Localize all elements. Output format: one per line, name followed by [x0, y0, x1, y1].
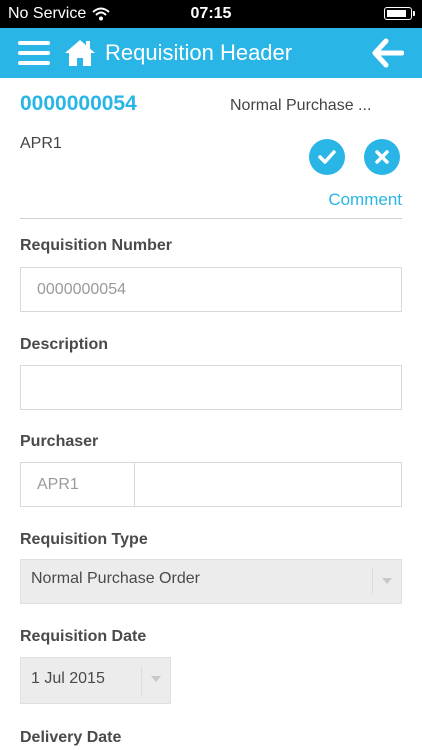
- purchaser-code-field[interactable]: [20, 462, 135, 507]
- description-field[interactable]: [20, 365, 402, 410]
- nav-bar: Requisition Header: [0, 28, 422, 78]
- requisition-date-label: Requisition Date: [20, 628, 147, 645]
- purchaser-label: Purchaser: [20, 433, 99, 450]
- close-icon: [375, 150, 389, 164]
- chevron-down-icon: [141, 666, 170, 695]
- home-icon[interactable]: [64, 38, 96, 68]
- requisition-date-value: 1 Jul 2015: [31, 670, 105, 687]
- purchaser-name-field[interactable]: [134, 462, 402, 507]
- requisition-id: 0000000054: [20, 92, 137, 115]
- battery-icon: [384, 7, 415, 20]
- requisition-type-value: Normal Purchase Order: [31, 570, 200, 587]
- requisition-number-field[interactable]: [20, 267, 402, 312]
- requisition-type-label: Requisition Type: [20, 531, 148, 548]
- requisition-date-select[interactable]: 1 Jul 2015: [20, 657, 171, 704]
- requisition-number-label: Requisition Number: [20, 237, 173, 254]
- requisition-type-select[interactable]: Normal Purchase Order: [20, 559, 402, 604]
- requisition-type-summary: Normal Purchase ...: [230, 97, 372, 114]
- approver-label: APR1: [20, 135, 62, 152]
- status-bar: No Service 07:15: [0, 0, 422, 28]
- page-title: Requisition Header: [105, 40, 293, 65]
- checkmark-icon: [318, 150, 336, 164]
- approve-button[interactable]: [309, 139, 345, 175]
- back-arrow-icon[interactable]: [372, 38, 404, 68]
- delivery-date-label: Delivery Date: [20, 729, 122, 746]
- chevron-down-icon: [372, 568, 401, 595]
- status-time: 07:15: [190, 5, 232, 22]
- description-label: Description: [20, 336, 109, 353]
- comment-link[interactable]: Comment: [328, 190, 402, 210]
- menu-icon[interactable]: [18, 41, 50, 65]
- reject-button[interactable]: [364, 139, 400, 175]
- battery-fill: [387, 10, 406, 17]
- header-divider: [20, 218, 402, 219]
